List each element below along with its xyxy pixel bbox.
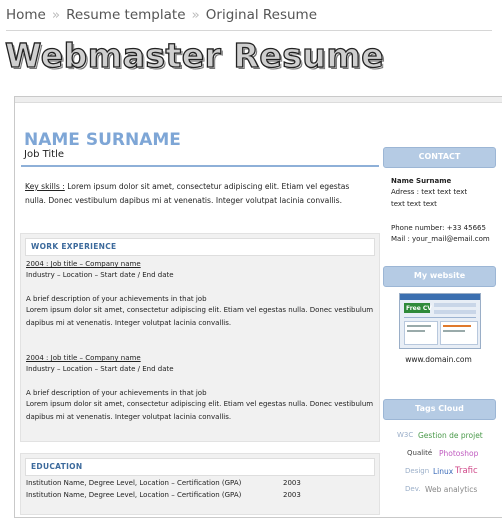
education-section: EDUCATION Institution Name, Degree Level… bbox=[20, 453, 380, 515]
website-domain-link[interactable]: www.domain.com bbox=[383, 355, 494, 364]
tag-link[interactable]: Gestion de projet bbox=[418, 431, 483, 440]
work-experience-header: WORK EXPERIENCE bbox=[25, 238, 375, 256]
job-meta-line: Industry – Location – Start date / End d… bbox=[26, 271, 174, 279]
education-row: Institution Name, Degree Level, Location… bbox=[26, 479, 373, 487]
job-description-line: dapibus mi at venenatis. Integer volutpa… bbox=[26, 319, 232, 327]
job-title-line: 2004 : Job title – Company name bbox=[26, 354, 141, 362]
site-title: Webmaster Resume bbox=[4, 35, 385, 75]
education-header: EDUCATION bbox=[25, 458, 375, 476]
tag-link[interactable]: Dev. bbox=[405, 485, 421, 493]
job-description-line: A brief description of your achievements… bbox=[26, 295, 207, 303]
job-description-line: Lorem ipsum dolor sit amet, consectetur … bbox=[26, 306, 374, 314]
contact-address: Adress : text text text bbox=[391, 188, 468, 196]
tags-cloud-heading: Tags Cloud bbox=[415, 404, 464, 413]
website-header: My website bbox=[383, 266, 496, 287]
breadcrumb-home-link[interactable]: Home bbox=[6, 7, 46, 23]
breadcrumb-separator: » bbox=[191, 7, 200, 23]
education-row-year: 2003 bbox=[283, 479, 301, 487]
breadcrumb-divider bbox=[6, 30, 492, 31]
breadcrumb-current-page: Original Resume bbox=[205, 7, 318, 23]
tag-link[interactable]: Photoshop bbox=[439, 449, 478, 458]
contact-phone: Phone number: +33 45665 bbox=[391, 224, 486, 232]
tag-link[interactable]: W3C bbox=[397, 431, 413, 439]
breadcrumb: Home » Resume template » Original Resume bbox=[6, 7, 317, 23]
contact-address: text text text bbox=[391, 200, 437, 208]
tag-link[interactable]: Trafic bbox=[455, 466, 478, 476]
education-row-text: Institution Name, Degree Level, Location… bbox=[26, 491, 242, 499]
job-description-line: Lorem ipsum dolor sit amet, consectetur … bbox=[26, 400, 374, 408]
contact-header: CONTACT bbox=[383, 147, 496, 168]
website-thumbnail-logo: Free CV bbox=[406, 305, 432, 312]
contact-heading: CONTACT bbox=[418, 152, 461, 161]
job-meta-line: Industry – Location – Start date / End d… bbox=[26, 365, 174, 373]
resume-job-title: Job Title bbox=[24, 149, 65, 160]
key-skills-text-line2: nulla. Donec vestibulum dapibus mi at ve… bbox=[25, 196, 342, 205]
contact-mail[interactable]: Mail : your_mail@email.com bbox=[391, 235, 490, 243]
resume-preview-topbar bbox=[15, 97, 502, 103]
tags-cloud-header: Tags Cloud bbox=[383, 399, 496, 420]
job-description-line: dapibus mi at venenatis. Integer volutpa… bbox=[26, 413, 232, 421]
tag-link[interactable]: Qualité bbox=[407, 449, 432, 457]
job-title-line: 2004 : Job title – Company name bbox=[26, 260, 141, 268]
key-skills: Key skills : Lorem ipsum dolor sit amet,… bbox=[25, 180, 365, 208]
breadcrumb-separator: » bbox=[51, 7, 61, 23]
website-heading: My website bbox=[413, 271, 466, 280]
work-experience-section: WORK EXPERIENCE 2004 : Job title – Compa… bbox=[20, 233, 380, 442]
education-heading: EDUCATION bbox=[31, 462, 83, 471]
key-skills-label: Key skills : bbox=[25, 182, 65, 191]
education-row-year: 2003 bbox=[283, 491, 301, 499]
contact-name: Name Surname bbox=[391, 177, 452, 185]
breadcrumb-resume-template-link[interactable]: Resume template bbox=[66, 7, 185, 23]
name-divider bbox=[21, 165, 379, 167]
tag-link[interactable]: Design bbox=[405, 467, 429, 475]
resume-name: NAME SURNAME bbox=[24, 130, 181, 150]
website-thumbnail[interactable]: Free CV bbox=[399, 293, 481, 349]
work-experience-heading: WORK EXPERIENCE bbox=[31, 242, 117, 251]
tag-link[interactable]: Linux bbox=[433, 467, 453, 476]
tag-link[interactable]: Web analytics bbox=[425, 485, 477, 494]
education-row-text: Institution Name, Degree Level, Location… bbox=[26, 479, 242, 487]
key-skills-text-line1: Lorem ipsum dolor sit amet, consectetur … bbox=[64, 182, 350, 191]
resume-preview: NAME SURNAME Job Title Key skills : Lore… bbox=[14, 96, 502, 518]
job-description-line: A brief description of your achievements… bbox=[26, 389, 207, 397]
education-row: Institution Name, Degree Level, Location… bbox=[26, 491, 373, 499]
